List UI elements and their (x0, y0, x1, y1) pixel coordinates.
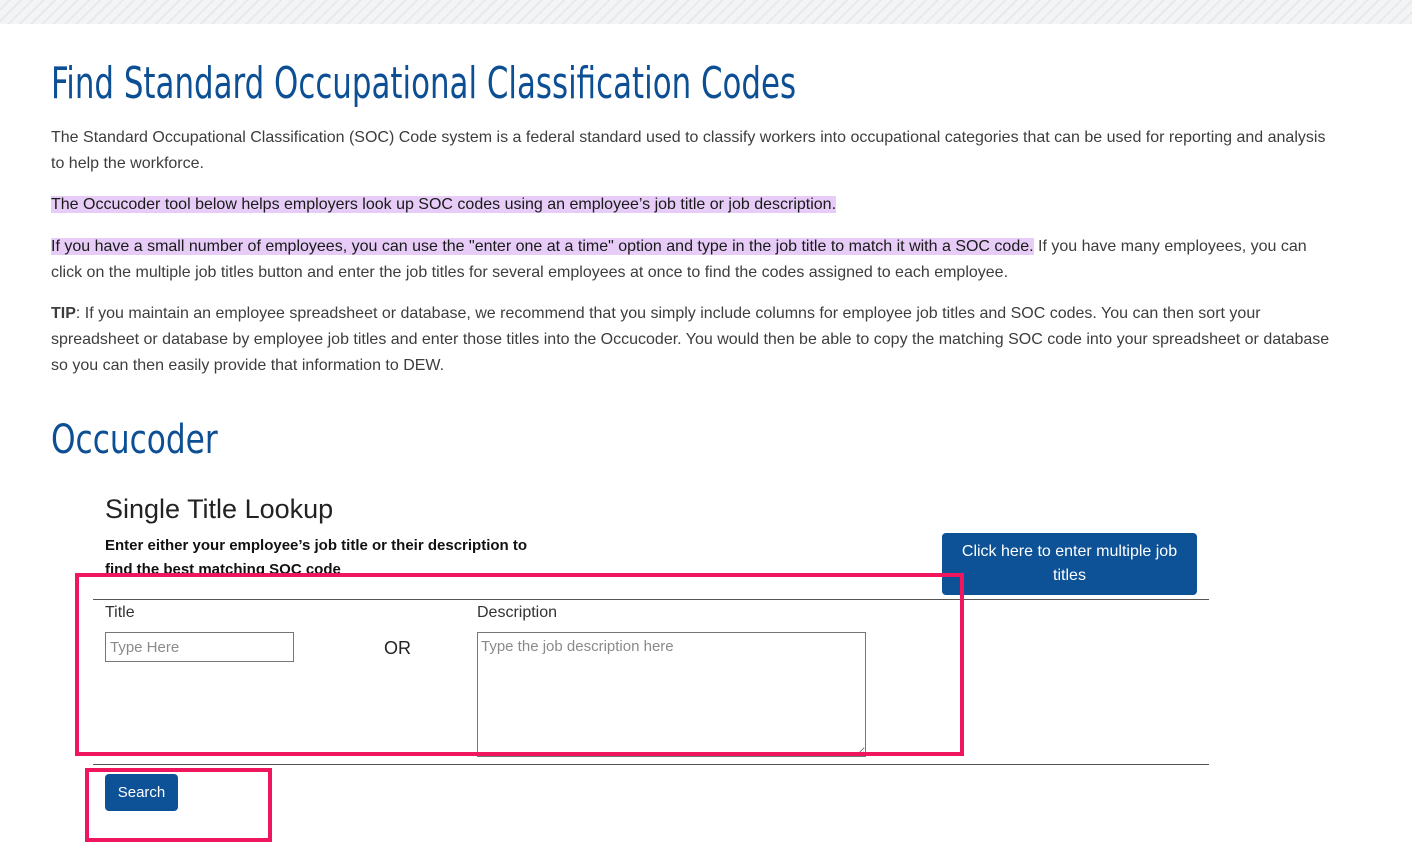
usage-paragraph: If you have a small number of employees,… (51, 234, 1341, 286)
search-button[interactable]: Search (105, 774, 178, 811)
multiple-job-titles-button[interactable]: Click here to enter multiple job titles (942, 533, 1197, 595)
tip-paragraph: TIP: If you maintain an employee spreads… (51, 301, 1341, 379)
top-banner-strip (0, 0, 1412, 24)
or-separator: OR (384, 638, 411, 658)
description-label: Description (477, 604, 558, 621)
page-title: Find Standard Occupational Classificatio… (51, 58, 797, 109)
intro-paragraph: The Standard Occupational Classification… (51, 129, 1326, 172)
form-divider-bottom (93, 764, 1209, 765)
highlighted-text: If you have a small number of employees,… (51, 238, 1034, 255)
single-title-lookup-heading: Single Title Lookup (105, 494, 334, 524)
description-textarea[interactable] (477, 632, 866, 757)
tool-note-paragraph: The Occucoder tool below helps employers… (51, 192, 1341, 218)
occucoder-heading: Occucoder (51, 417, 218, 463)
form-divider-top (93, 599, 1209, 600)
title-label: Title (105, 604, 135, 621)
tip-text: : If you maintain an employee spreadshee… (51, 305, 1330, 374)
lookup-instructions: Enter either your employee’s job title o… (105, 537, 528, 574)
highlighted-text: The Occucoder tool below helps employers… (51, 196, 837, 213)
title-input[interactable] (105, 632, 294, 662)
tip-label: TIP (51, 305, 76, 322)
